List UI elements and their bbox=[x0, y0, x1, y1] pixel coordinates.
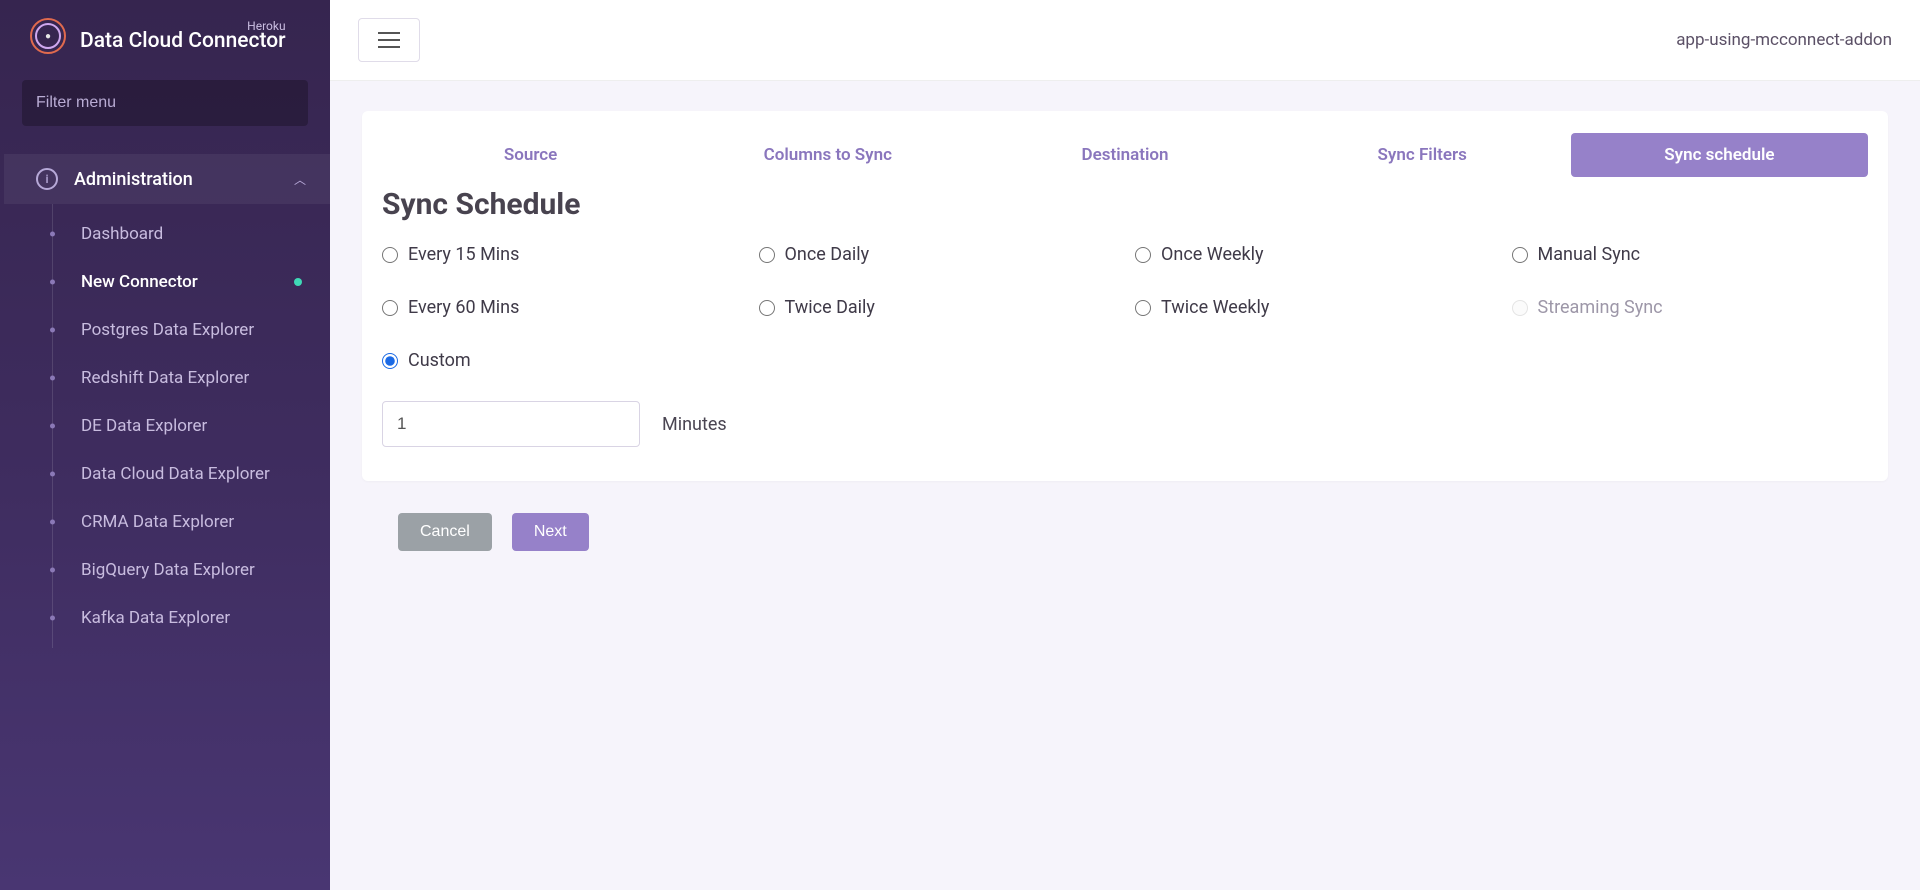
info-icon: i bbox=[36, 168, 58, 190]
action-buttons: Cancel Next bbox=[398, 513, 1888, 551]
sidebar-item-label: Postgres Data Explorer bbox=[81, 320, 254, 340]
schedule-radio[interactable] bbox=[1135, 300, 1151, 316]
sidebar-item-redshift-data-explorer[interactable]: Redshift Data Explorer bbox=[53, 354, 330, 402]
active-dot-icon bbox=[294, 278, 302, 286]
sidebar-item-kafka-data-explorer[interactable]: Kafka Data Explorer bbox=[53, 594, 330, 642]
next-button[interactable]: Next bbox=[512, 513, 589, 551]
chevron-up-icon: ︿ bbox=[294, 171, 306, 188]
custom-interval-input[interactable] bbox=[382, 401, 640, 447]
schedule-option-manual-sync[interactable]: Manual Sync bbox=[1512, 244, 1869, 265]
sidebar-item-label: Kafka Data Explorer bbox=[81, 608, 230, 628]
schedule-radio bbox=[1512, 300, 1528, 316]
schedule-radio[interactable] bbox=[1512, 247, 1528, 263]
schedule-radio[interactable] bbox=[1135, 247, 1151, 263]
schedule-option-once-daily[interactable]: Once Daily bbox=[759, 244, 1116, 265]
sidebar-item-label: Dashboard bbox=[81, 224, 163, 244]
schedule-option-custom[interactable]: Custom bbox=[382, 350, 739, 371]
schedule-option-twice-daily[interactable]: Twice Daily bbox=[759, 297, 1116, 318]
schedule-radio-group: Every 15 Mins Once Daily Once Weekly Manual… bbox=[382, 244, 1868, 371]
schedule-radio[interactable] bbox=[382, 247, 398, 263]
sidebar-item-data-cloud-data-explorer[interactable]: Data Cloud Data Explorer bbox=[53, 450, 330, 498]
sidebar-item-crma-data-explorer[interactable]: CRMA Data Explorer bbox=[53, 498, 330, 546]
brand: Heroku Data Cloud Connector bbox=[0, 18, 330, 72]
schedule-option-label: Twice Weekly bbox=[1161, 297, 1269, 318]
schedule-option-label: Manual Sync bbox=[1538, 244, 1641, 265]
sidebar-section-label: Administration bbox=[74, 169, 193, 190]
schedule-option-twice-weekly[interactable]: Twice Weekly bbox=[1135, 297, 1492, 318]
app-name-label: app-using-mcconnect-addon bbox=[1676, 30, 1892, 50]
schedule-radio[interactable] bbox=[382, 353, 398, 369]
custom-interval-unit: Minutes bbox=[662, 414, 727, 435]
sidebar-item-label: DE Data Explorer bbox=[81, 416, 207, 436]
sidebar-item-label: Data Cloud Data Explorer bbox=[81, 464, 270, 484]
sidebar-item-new-connector[interactable]: New Connector bbox=[53, 258, 330, 306]
brand-logo-icon bbox=[30, 18, 66, 54]
sidebar-item-postgres-data-explorer[interactable]: Postgres Data Explorer bbox=[53, 306, 330, 354]
schedule-option-label: Every 15 Mins bbox=[408, 244, 519, 265]
tab-sync-filters[interactable]: Sync Filters bbox=[1274, 133, 1571, 177]
schedule-option-label: Custom bbox=[408, 350, 471, 371]
sidebar-section-administration[interactable]: i Administration ︿ bbox=[0, 154, 330, 204]
filter-menu-input[interactable] bbox=[22, 80, 308, 126]
schedule-option-once-weekly[interactable]: Once Weekly bbox=[1135, 244, 1492, 265]
sidebar-item-label: CRMA Data Explorer bbox=[81, 512, 234, 532]
schedule-option-label: Once Daily bbox=[785, 244, 870, 265]
sidebar-item-bigquery-data-explorer[interactable]: BigQuery Data Explorer bbox=[53, 546, 330, 594]
sidebar-item-label: New Connector bbox=[81, 272, 198, 292]
menu-toggle-button[interactable] bbox=[358, 18, 420, 62]
wizard-tabs: SourceColumns to SyncDestinationSync Fil… bbox=[382, 133, 1868, 177]
custom-interval-row: Minutes bbox=[382, 401, 1868, 447]
schedule-option-label: Once Weekly bbox=[1161, 244, 1264, 265]
sidebar-item-de-data-explorer[interactable]: DE Data Explorer bbox=[53, 402, 330, 450]
section-title: Sync Schedule bbox=[382, 187, 1868, 222]
hamburger-icon bbox=[378, 32, 400, 48]
schedule-option-label: Twice Daily bbox=[785, 297, 875, 318]
sidebar-item-dashboard[interactable]: Dashboard bbox=[53, 210, 330, 258]
schedule-option-every-60-mins[interactable]: Every 60 Mins bbox=[382, 297, 739, 318]
cancel-button[interactable]: Cancel bbox=[398, 513, 492, 551]
schedule-option-streaming-sync: Streaming Sync bbox=[1512, 297, 1869, 318]
connector-card: SourceColumns to SyncDestinationSync Fil… bbox=[362, 111, 1888, 481]
tab-sync-schedule[interactable]: Sync schedule bbox=[1571, 133, 1868, 177]
sidebar-item-label: Redshift Data Explorer bbox=[81, 368, 249, 388]
schedule-option-label: Every 60 Mins bbox=[408, 297, 519, 318]
tab-source[interactable]: Source bbox=[382, 133, 679, 177]
sidebar-item-label: BigQuery Data Explorer bbox=[81, 560, 255, 580]
schedule-option-label: Streaming Sync bbox=[1538, 297, 1663, 318]
sidebar-nav: i Administration ︿ Dashboard New Connecto… bbox=[0, 154, 330, 890]
schedule-option-every-15-mins[interactable]: Every 15 Mins bbox=[382, 244, 739, 265]
schedule-radio[interactable] bbox=[759, 300, 775, 316]
brand-title: Data Cloud Connector bbox=[80, 29, 286, 53]
topbar: app-using-mcconnect-addon bbox=[330, 0, 1920, 81]
sidebar: Heroku Data Cloud Connector i Administra… bbox=[0, 0, 330, 890]
schedule-radio[interactable] bbox=[382, 300, 398, 316]
schedule-radio[interactable] bbox=[759, 247, 775, 263]
tab-destination[interactable]: Destination bbox=[976, 133, 1273, 177]
main: app-using-mcconnect-addon SourceColumns … bbox=[330, 0, 1920, 890]
tab-columns-to-sync[interactable]: Columns to Sync bbox=[679, 133, 976, 177]
